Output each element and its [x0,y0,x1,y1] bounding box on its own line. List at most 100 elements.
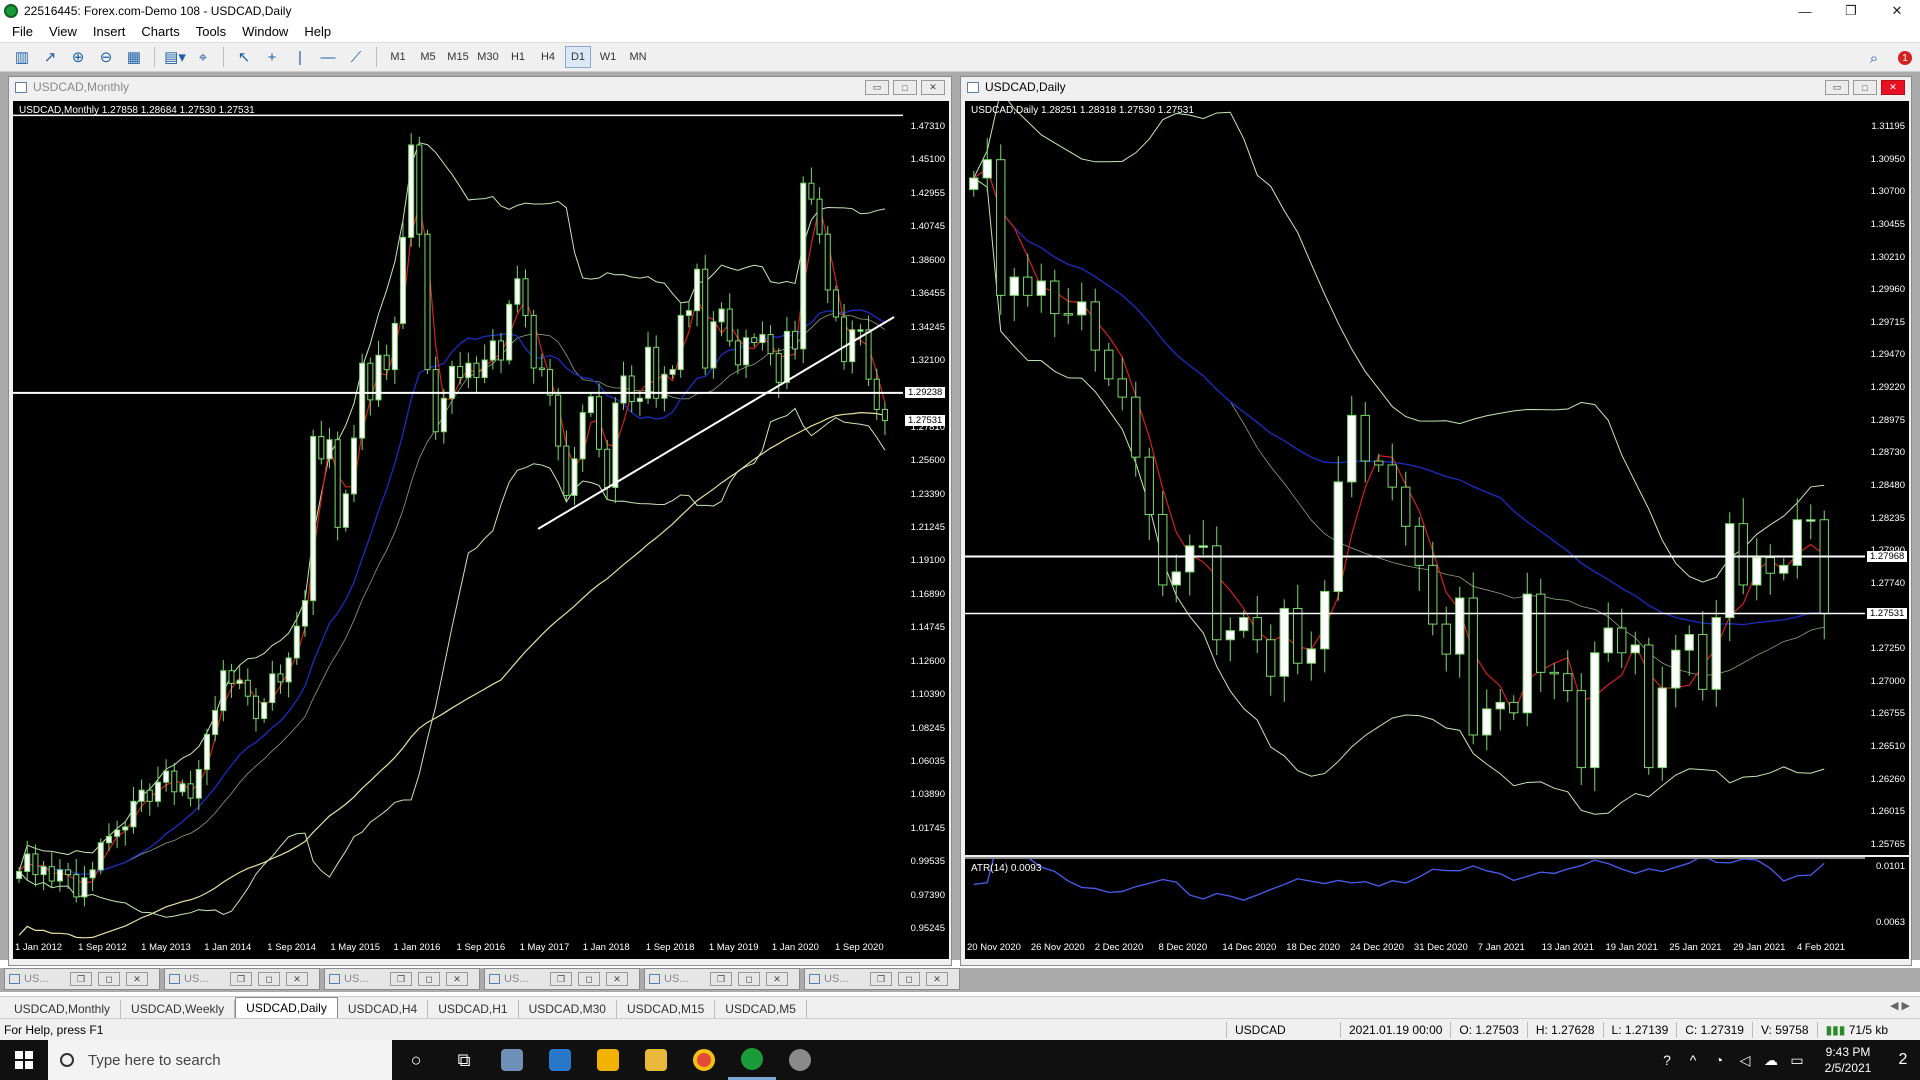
menu-help[interactable]: Help [296,22,339,42]
timeframe-mn[interactable]: MN [625,46,651,68]
chart-window-monthly[interactable]: USDCAD,Monthly ▭ □ ✕ USDCAD,Monthly 1.27… [8,76,952,966]
minimized-window[interactable]: US... ❐ ◻ ✕ [644,968,800,990]
maximize-button[interactable]: ◻ [898,972,920,986]
menu-file[interactable]: File [4,22,41,42]
monthly-plot-area[interactable]: USDCAD,Monthly 1.27858 1.28684 1.27530 1… [13,101,903,939]
cross-icon[interactable]: + [260,46,284,68]
menu-view[interactable]: View [41,22,85,42]
cortana-icon[interactable]: ○ [392,1040,440,1080]
tab-usdcad-daily[interactable]: USDCAD,Daily [235,997,338,1018]
minimized-window[interactable]: US... ❐ ◻ ✕ [324,968,480,990]
daily-price-axis[interactable]: 1.31195 1.30950 1.30700 1.30455 1.30210 1.299… [1865,101,1909,855]
menu-charts[interactable]: Charts [133,22,187,42]
restore-button[interactable]: ❐ [870,972,892,986]
close-button[interactable]: ✕ [446,972,468,986]
maximize-button[interactable]: ◻ [578,972,600,986]
zoom-out-icon[interactable]: ⊖ [94,46,118,68]
close-button[interactable]: ✕ [126,972,148,986]
timeframe-h1[interactable]: H1 [505,46,531,68]
maximize-button[interactable]: ◻ [98,972,120,986]
cloud-icon[interactable]: ☁ [1758,1052,1784,1069]
app-icon-4[interactable] [776,1040,824,1080]
atr-indicator-panel[interactable]: ATR(14) 0.0093 [965,857,1865,939]
search-icon[interactable]: ⌕ [1862,47,1886,69]
cursor-icon[interactable]: ↖ [232,46,256,68]
app-icon-3[interactable] [584,1040,632,1080]
chrome-icon[interactable] [680,1040,728,1080]
restore-button[interactable]: ❐ [710,972,732,986]
tab-usdcad-h4[interactable]: USDCAD,H4 [338,1000,429,1018]
minimize-button[interactable]: ▭ [1825,80,1849,95]
alert-badge[interactable]: 1 [1898,51,1912,65]
timeframe-m30[interactable]: M30 [475,46,501,68]
close-button[interactable]: ✕ [1874,0,1920,22]
minimized-window[interactable]: US... ❐ ◻ ✕ [4,968,160,990]
chevron-up-icon[interactable]: ^ [1680,1052,1706,1068]
minimized-window[interactable]: US... ❐ ◻ ✕ [484,968,640,990]
trading-app-icon[interactable] [728,1040,776,1080]
timeframe-m5[interactable]: M5 [415,46,441,68]
help-icon[interactable]: ? [1654,1052,1680,1068]
menu-insert[interactable]: Insert [85,22,134,42]
close-button[interactable]: ✕ [606,972,628,986]
line-chart-icon[interactable]: ↗ [38,46,62,68]
tab-usdcad-m15[interactable]: USDCAD,M15 [617,1000,716,1018]
close-button[interactable]: ✕ [926,972,948,986]
file-explorer-icon[interactable] [632,1040,680,1080]
minimized-window[interactable]: US... ❐ ◻ ✕ [164,968,320,990]
timeframe-h4[interactable]: H4 [535,46,561,68]
templates-icon[interactable]: ▤▾ [163,46,187,68]
chart-window-daily[interactable]: USDCAD,Daily ▭ □ ✕ USDCAD,Daily 1.28251 … [960,76,1912,966]
start-button[interactable] [0,1040,48,1080]
maximize-button[interactable]: □ [893,80,917,95]
chart-window-titlebar[interactable]: USDCAD,Monthly ▭ □ ✕ [9,77,951,97]
minimize-button[interactable]: ▭ [865,80,889,95]
minimize-button[interactable]: — [1782,0,1828,22]
timeframe-w1[interactable]: W1 [595,46,621,68]
volume-icon[interactable]: ◁ [1732,1052,1758,1069]
monthly-price-axis[interactable]: 1.47310 1.45100 1.42955 1.40745 1.38600 1.364… [903,101,949,939]
close-button[interactable]: ✕ [766,972,788,986]
timeframe-m1[interactable]: M1 [385,46,411,68]
maximize-button[interactable]: ◻ [738,972,760,986]
app-icon-1[interactable] [488,1040,536,1080]
tab-usdcad-monthly[interactable]: USDCAD,Monthly [4,1000,122,1018]
new-chart-icon[interactable]: ▥ [10,46,34,68]
crosshair-icon[interactable]: ⌖ [191,46,215,68]
minimized-window[interactable]: US... ❐ ◻ ✕ [804,968,960,990]
taskbar-search[interactable]: Type here to search [48,1040,392,1080]
tile-windows-icon[interactable]: ▦ [122,46,146,68]
keyboard-icon[interactable]: ▭ [1784,1052,1810,1069]
restore-button[interactable]: ❐ [390,972,412,986]
menu-window[interactable]: Window [234,22,296,42]
monthly-time-axis[interactable]: 1 Jan 2012 1 Sep 2012 1 May 2013 1 Jan 2014… [13,939,949,959]
timeframe-m15[interactable]: M15 [445,46,471,68]
tab-usdcad-m30[interactable]: USDCAD,M30 [519,1000,617,1018]
app-icon-2[interactable] [536,1040,584,1080]
daily-plot-area[interactable]: USDCAD,Daily 1.28251 1.28318 1.27530 1.2… [965,101,1865,855]
restore-button[interactable]: ❐ [70,972,92,986]
clock[interactable]: 9:43 PM 2/5/2021 [1810,1044,1886,1076]
tab-usdcad-h1[interactable]: USDCAD,H1 [428,1000,519,1018]
horizontal-line-icon[interactable]: — [316,46,340,68]
close-button[interactable]: ✕ [921,80,945,95]
tab-usdcad-m5[interactable]: USDCAD,M5 [715,1000,807,1018]
daily-time-axis[interactable]: 20 Nov 2020 26 Nov 2020 2 Dec 2020 8 Dec 20… [965,939,1909,959]
maximize-button[interactable]: ◻ [418,972,440,986]
zoom-in-icon[interactable]: ⊕ [66,46,90,68]
vertical-line-icon[interactable]: | [288,46,312,68]
network-icon[interactable]: ◔ [1706,1052,1732,1068]
trendline-icon[interactable]: ⟋ [344,46,368,68]
task-view-icon[interactable]: ⧉ [440,1040,488,1080]
notifications-icon[interactable]: 2 [1886,1051,1920,1069]
chart-window-titlebar[interactable]: USDCAD,Daily ▭ □ ✕ [961,77,1911,97]
tab-scroll-arrows[interactable]: ◀ ▶ [1890,999,1910,1012]
maximize-button[interactable]: ◻ [258,972,280,986]
restore-button[interactable]: ❐ [230,972,252,986]
tab-usdcad-weekly[interactable]: USDCAD,Weekly [121,1000,236,1018]
menu-tools[interactable]: Tools [188,22,234,42]
close-button[interactable]: ✕ [1881,80,1905,95]
timeframe-d1[interactable]: D1 [565,46,591,68]
restore-button[interactable]: ❐ [550,972,572,986]
restore-button[interactable]: ❐ [1828,0,1874,22]
